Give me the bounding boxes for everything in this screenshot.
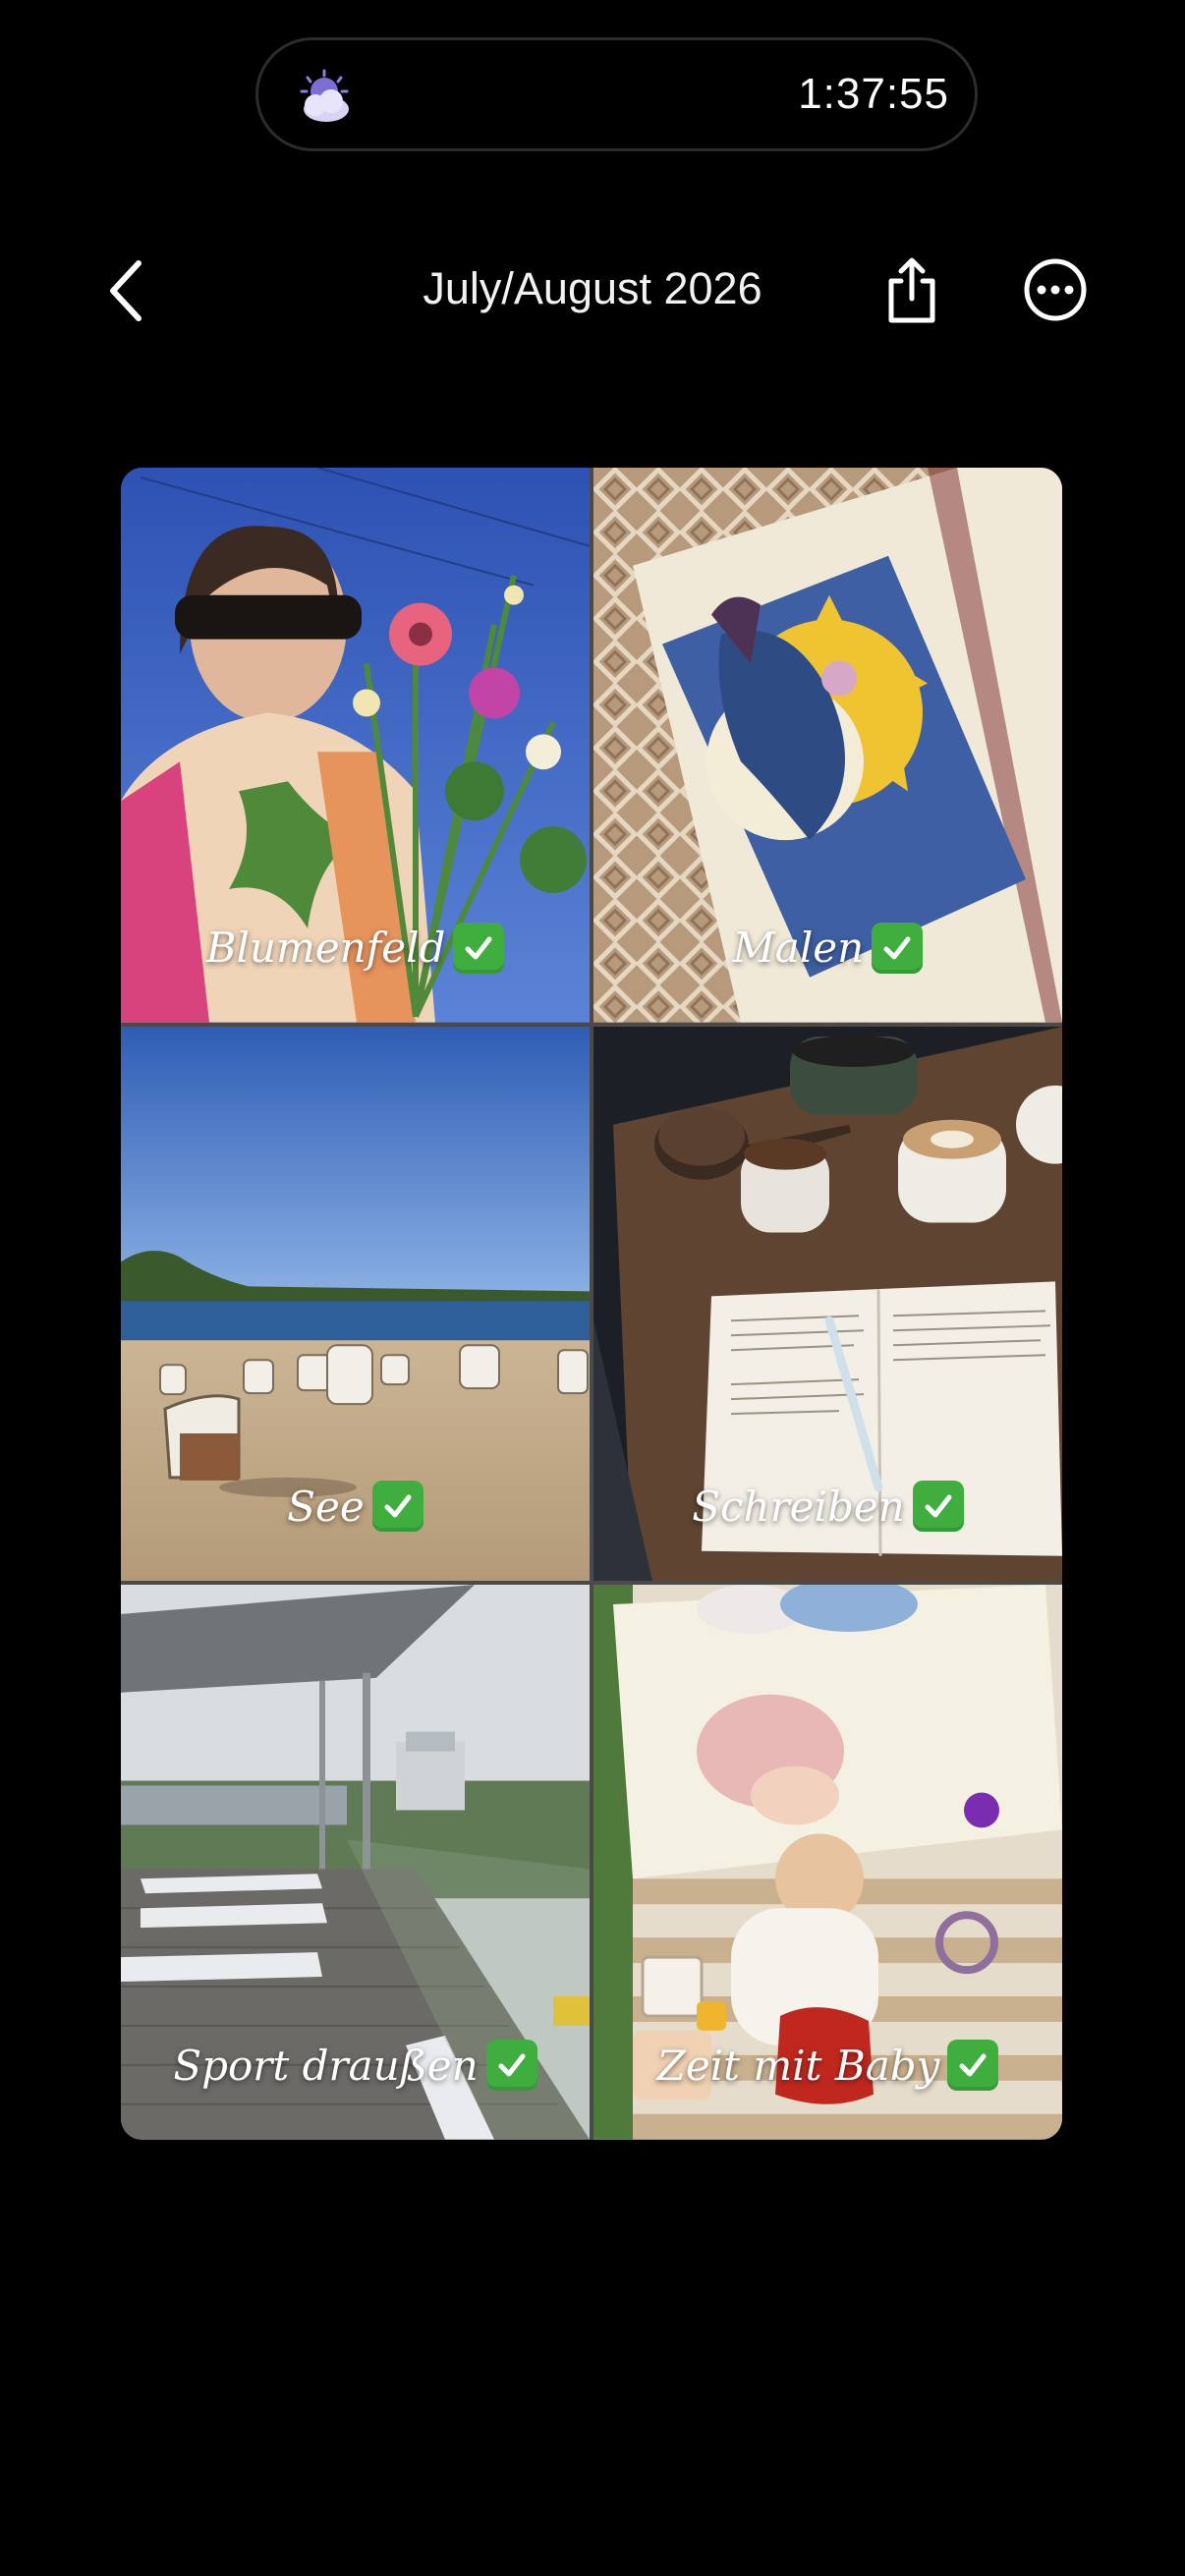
- photo-beach-lake: [121, 1026, 590, 1582]
- photo-tile-blumenfeld[interactable]: Blumenfeld: [121, 468, 590, 1023]
- photo-selfie-flowers: [121, 468, 590, 1023]
- timer-text: 1:37:55: [798, 70, 949, 118]
- photo-tile-schreiben[interactable]: Schreiben: [593, 1026, 1062, 1582]
- photo-coffee-book: [593, 1026, 1062, 1582]
- ellipsis-circle-icon: [1024, 258, 1087, 321]
- more-options-button[interactable]: [1022, 256, 1089, 323]
- photo-tile-malen[interactable]: Malen: [593, 468, 1062, 1023]
- photo-tile-see[interactable]: See: [121, 1026, 590, 1582]
- photo-collage-grid: Blumenfeld Malen See Schreiben Sport dra…: [121, 468, 1062, 2140]
- page-title: July/August 2026: [423, 263, 762, 313]
- photo-rooftop-terrace: [121, 1585, 590, 2140]
- photo-tile-sport-draussen[interactable]: Sport draußen: [121, 1585, 590, 2140]
- nav-header: July/August 2026: [0, 236, 1185, 344]
- live-activity-pill[interactable]: 1:37:55: [255, 37, 978, 151]
- photo-tile-zeit-mit-baby[interactable]: Zeit mit Baby: [593, 1585, 1062, 2140]
- back-button[interactable]: [96, 255, 157, 326]
- photo-watercolor-painting: [593, 468, 1062, 1023]
- photo-baby-blanket: [593, 1585, 1062, 2140]
- weather-moon-cloud-icon: [300, 69, 349, 122]
- share-icon: [888, 257, 935, 323]
- share-button[interactable]: [877, 255, 946, 326]
- chevron-left-icon: [110, 260, 141, 321]
